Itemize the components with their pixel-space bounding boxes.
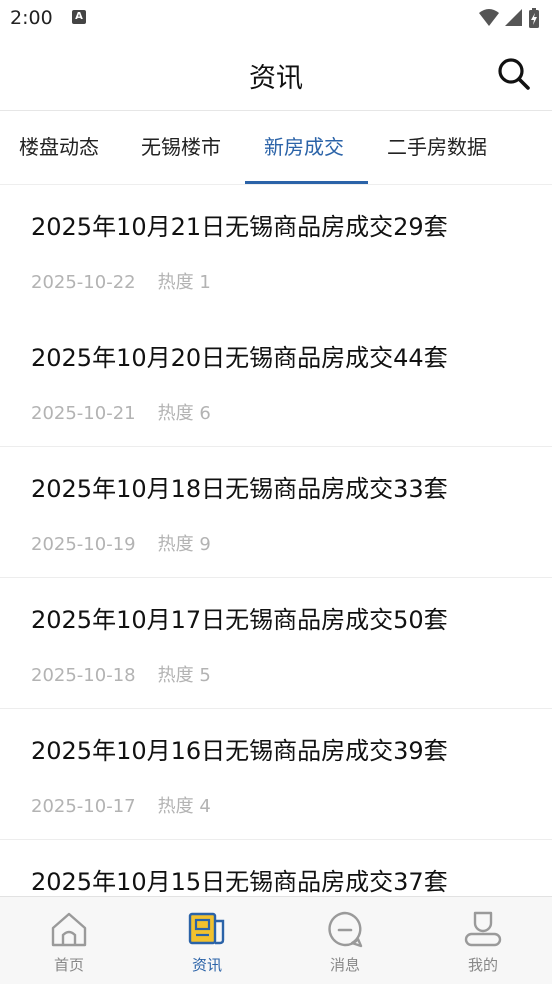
nav-news-label: 资讯 bbox=[191, 956, 222, 974]
article-heat: 热度 1 bbox=[157, 272, 211, 293]
message-icon bbox=[328, 911, 363, 948]
category-tabs: 楼盘动态 无锡楼市 新房成交 二手房数据 bbox=[0, 111, 552, 185]
page-title: 资讯 bbox=[249, 63, 303, 94]
status-icons bbox=[478, 7, 540, 29]
search-icon bbox=[498, 58, 530, 90]
signal-icon bbox=[505, 9, 522, 26]
article-title: 2025年10月21日无锡商品房成交29套 bbox=[31, 213, 448, 241]
article-meta: 2025-10-19 热度 9 bbox=[31, 530, 211, 556]
news-icon bbox=[188, 912, 225, 945]
tab-ershoufang-shuju[interactable]: 二手房数据 bbox=[387, 111, 487, 184]
tab-wuxi-loushi[interactable]: 无锡楼市 bbox=[141, 111, 221, 184]
profile-icon bbox=[464, 911, 502, 947]
article-title: 2025年10月15日无锡商品房成交37套 bbox=[31, 868, 448, 896]
article-heat: 热度 5 bbox=[157, 665, 211, 686]
article-heat: 热度 9 bbox=[157, 534, 211, 555]
tab-xinfang-chengjiao[interactable]: 新房成交 bbox=[264, 111, 344, 184]
article-date: 2025-10-18 bbox=[31, 665, 136, 686]
article-list: 2025年10月21日无锡商品房成交29套 2025-10-22 热度 1 202… bbox=[0, 185, 552, 896]
list-item[interactable]: 2025年10月15日无锡商品房成交37套 bbox=[0, 840, 552, 896]
search-button[interactable] bbox=[496, 56, 532, 92]
article-title: 2025年10月17日无锡商品房成交50套 bbox=[31, 606, 448, 634]
battery-icon bbox=[529, 8, 539, 28]
nav-home[interactable]: 首页 bbox=[0, 897, 138, 984]
article-heat: 热度 6 bbox=[157, 403, 211, 424]
article-meta: 2025-10-18 热度 5 bbox=[31, 661, 211, 687]
article-date: 2025-10-22 bbox=[31, 272, 136, 293]
active-tab-indicator bbox=[245, 181, 368, 184]
article-title: 2025年10月18日无锡商品房成交33套 bbox=[31, 475, 448, 503]
list-item[interactable]: 2025年10月20日无锡商品房成交44套 2025-10-21 热度 6 bbox=[0, 316, 552, 447]
nav-messages[interactable]: 消息 bbox=[276, 897, 414, 984]
tab-loupan-dongtai[interactable]: 楼盘动态 bbox=[19, 111, 99, 184]
status-bar: 2:00 A bbox=[0, 0, 552, 38]
nav-profile[interactable]: 我的 bbox=[414, 897, 552, 984]
article-meta: 2025-10-17 热度 4 bbox=[31, 792, 211, 818]
a-icon: A bbox=[72, 10, 86, 24]
status-time: 2:00 bbox=[10, 7, 53, 29]
article-heat: 热度 4 bbox=[157, 796, 211, 817]
article-date: 2025-10-19 bbox=[31, 534, 136, 555]
article-date: 2025-10-21 bbox=[31, 403, 136, 424]
article-meta: 2025-10-22 热度 1 bbox=[31, 268, 211, 294]
nav-profile-label: 我的 bbox=[467, 956, 498, 974]
nav-messages-label: 消息 bbox=[329, 956, 360, 974]
bottom-nav: 首页 资讯 消息 我的 bbox=[0, 896, 552, 984]
article-title: 2025年10月16日无锡商品房成交39套 bbox=[31, 737, 448, 765]
article-meta: 2025-10-21 热度 6 bbox=[31, 399, 211, 425]
nav-news[interactable]: 资讯 bbox=[138, 897, 276, 984]
list-item[interactable]: 2025年10月18日无锡商品房成交33套 2025-10-19 热度 9 bbox=[0, 447, 552, 578]
list-item[interactable]: 2025年10月21日无锡商品房成交29套 2025-10-22 热度 1 bbox=[0, 185, 552, 315]
article-title: 2025年10月20日无锡商品房成交44套 bbox=[31, 344, 448, 372]
app-header: 资讯 bbox=[0, 38, 552, 111]
home-icon bbox=[51, 912, 87, 947]
wifi-icon bbox=[479, 9, 499, 26]
list-item[interactable]: 2025年10月16日无锡商品房成交39套 2025-10-17 热度 4 bbox=[0, 709, 552, 840]
article-date: 2025-10-17 bbox=[31, 796, 136, 817]
list-item[interactable]: 2025年10月17日无锡商品房成交50套 2025-10-18 热度 5 bbox=[0, 578, 552, 709]
nav-home-label: 首页 bbox=[53, 956, 84, 974]
